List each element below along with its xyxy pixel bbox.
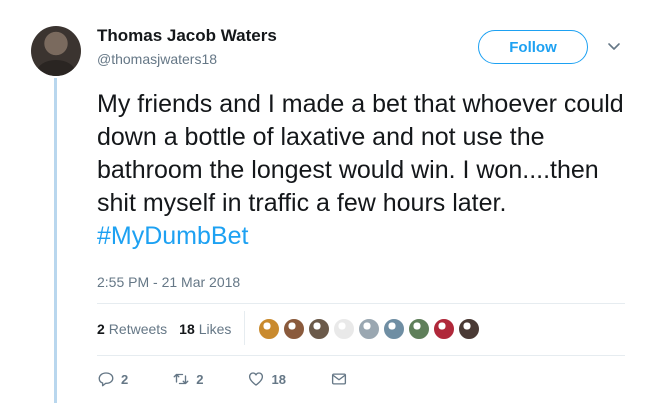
stats-separator <box>244 311 245 345</box>
divider-bottom <box>97 355 625 356</box>
likes-count: 18 <box>179 321 195 337</box>
likes-label: Likes <box>198 321 232 337</box>
liker-avatar[interactable] <box>408 318 430 340</box>
author-name[interactable]: Thomas Jacob Waters <box>97 26 277 46</box>
envelope-icon <box>331 373 346 385</box>
tweet-timestamp[interactable]: 2:55 PM - 21 Mar 2018 <box>97 274 240 290</box>
liker-avatar[interactable] <box>458 318 480 340</box>
like-count: 18 <box>271 371 286 387</box>
liker-avatars <box>258 318 480 340</box>
retweets-stat[interactable]: 2 Retweets <box>97 321 167 337</box>
engagement-stats: 2 Retweets 18 Likes <box>97 321 231 337</box>
liker-avatar[interactable] <box>333 318 355 340</box>
heart-icon <box>249 372 264 386</box>
reply-action[interactable]: 2 <box>97 370 128 388</box>
author-avatar[interactable] <box>31 26 81 76</box>
thread-line <box>54 78 57 403</box>
reply-icon <box>98 372 114 387</box>
hashtag-link[interactable]: #MyDumbBet <box>97 222 248 250</box>
author-handle[interactable]: @thomasjwaters18 <box>97 51 217 67</box>
tweet-actions: 2 2 18 <box>97 370 392 388</box>
follow-button[interactable]: Follow <box>478 30 588 64</box>
like-action[interactable]: 18 <box>247 370 286 388</box>
liker-avatar[interactable] <box>383 318 405 340</box>
reply-count: 2 <box>121 371 129 387</box>
tweet-text: My friends and I made a bet that whoever… <box>97 88 637 253</box>
direct-message-action[interactable] <box>330 370 348 388</box>
retweets-count: 2 <box>97 321 105 337</box>
tweet-body: My friends and I made a bet that whoever… <box>97 90 624 217</box>
retweet-count: 2 <box>196 371 204 387</box>
retweet-icon <box>173 373 189 385</box>
liker-avatar[interactable] <box>258 318 280 340</box>
liker-avatar[interactable] <box>308 318 330 340</box>
divider-top <box>97 303 625 304</box>
retweets-label: Retweets <box>108 321 168 337</box>
liker-avatar[interactable] <box>283 318 305 340</box>
liker-avatar[interactable] <box>433 318 455 340</box>
chevron-down-icon[interactable] <box>606 38 622 54</box>
liker-avatar[interactable] <box>358 318 380 340</box>
retweet-action[interactable]: 2 <box>172 370 203 388</box>
likes-stat[interactable]: 18 Likes <box>179 321 231 337</box>
